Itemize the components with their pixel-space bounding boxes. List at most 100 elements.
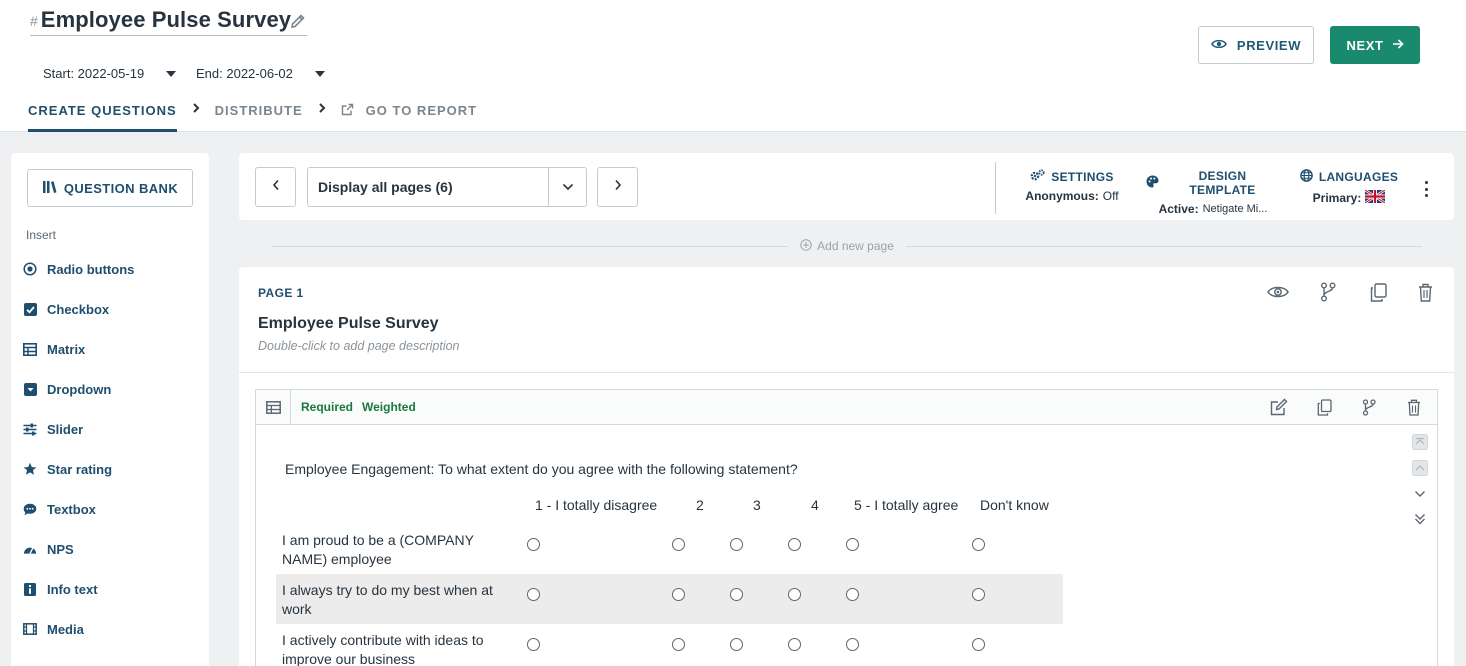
table-row: I actively contribute with ideas to impr… bbox=[276, 624, 1063, 666]
page-select-value: Display all pages (6) bbox=[318, 179, 453, 195]
insert-info-text[interactable]: Info text bbox=[23, 579, 98, 599]
question-text[interactable]: Employee Engagement: To what extent do y… bbox=[285, 461, 798, 477]
header: # Employee Pulse Survey Start: 2022-05-1… bbox=[0, 0, 1466, 132]
dropdown-icon bbox=[23, 382, 37, 396]
radio-option[interactable] bbox=[972, 538, 985, 551]
settings-button[interactable]: SETTINGS Anonymous: Off bbox=[1015, 169, 1129, 203]
radio-option[interactable] bbox=[672, 588, 685, 601]
radio-option[interactable] bbox=[972, 638, 985, 651]
page-title[interactable]: Employee Pulse Survey bbox=[258, 315, 439, 333]
branch-icon[interactable] bbox=[1359, 397, 1379, 417]
radio-option[interactable] bbox=[527, 638, 540, 651]
eye-icon bbox=[1211, 38, 1227, 53]
weighted-tag: Weighted bbox=[362, 400, 416, 414]
chevron-right-icon bbox=[177, 90, 215, 132]
eye-icon[interactable] bbox=[1267, 281, 1289, 303]
design-template-button[interactable]: DESIGN TEMPLATE Active: Netigate Mi... bbox=[1146, 169, 1280, 216]
radio-option[interactable] bbox=[846, 538, 859, 551]
move-to-top-icon[interactable] bbox=[1412, 434, 1428, 450]
page-description[interactable]: Double-click to add page description bbox=[258, 339, 460, 353]
insert-dropdown[interactable]: Dropdown bbox=[23, 379, 111, 399]
radio-option[interactable] bbox=[972, 588, 985, 601]
insert-media[interactable]: Media bbox=[23, 619, 84, 639]
insert-panel: QUESTION BANK Insert Radio buttons Check… bbox=[11, 153, 209, 666]
start-date-select[interactable]: Start: 2022-05-19 bbox=[43, 66, 177, 81]
end-date-select[interactable]: End: 2022-06-02 bbox=[196, 66, 325, 81]
radio-option[interactable] bbox=[788, 538, 801, 551]
copy-icon[interactable] bbox=[1367, 281, 1389, 303]
page-select[interactable]: Display all pages (6) bbox=[307, 167, 587, 207]
page-toolbar: Display all pages (6) SETTINGS Anonymous… bbox=[239, 153, 1454, 220]
checkbox-icon bbox=[23, 302, 37, 316]
more-options-icon[interactable] bbox=[1423, 181, 1429, 197]
chevron-down-icon bbox=[166, 70, 177, 77]
previous-page-button[interactable] bbox=[255, 167, 296, 207]
insert-textbox[interactable]: Textbox bbox=[23, 499, 96, 519]
anonymous-key: Anonymous: bbox=[1025, 189, 1099, 203]
column-header: 5 - I totally agree bbox=[854, 497, 959, 513]
edit-icon[interactable] bbox=[1269, 397, 1289, 417]
radio-option[interactable] bbox=[527, 588, 540, 601]
question-bank-label: QUESTION BANK bbox=[63, 180, 179, 196]
survey-title-field[interactable]: # Employee Pulse Survey bbox=[30, 4, 307, 36]
radio-option[interactable] bbox=[730, 538, 743, 551]
radio-option[interactable] bbox=[788, 638, 801, 651]
next-page-button[interactable] bbox=[597, 167, 638, 207]
trash-icon[interactable] bbox=[1404, 397, 1424, 417]
textbox-icon bbox=[23, 502, 37, 516]
question-block[interactable]: Required Weighted Employee Engagement: T… bbox=[255, 389, 1438, 666]
insert-radio-buttons[interactable]: Radio buttons bbox=[23, 259, 134, 279]
insert-checkbox[interactable]: Checkbox bbox=[23, 299, 109, 319]
radio-option[interactable] bbox=[672, 538, 685, 551]
radio-option[interactable] bbox=[846, 588, 859, 601]
tab-go-to-report[interactable]: GO TO REPORT bbox=[341, 90, 477, 132]
matrix-icon bbox=[256, 390, 291, 424]
column-header: 1 - I totally disagree bbox=[535, 497, 658, 513]
add-new-page[interactable]: Add new page bbox=[272, 236, 1423, 256]
pencil-icon[interactable] bbox=[289, 12, 307, 30]
page-divider bbox=[239, 372, 1454, 373]
active-key: Active: bbox=[1158, 202, 1199, 216]
insert-nps[interactable]: NPS bbox=[23, 539, 74, 559]
design-template-label: DESIGN TEMPLATE bbox=[1189, 169, 1256, 197]
question-bank-button[interactable]: QUESTION BANK bbox=[27, 169, 193, 207]
radio-option[interactable] bbox=[846, 638, 859, 651]
move-down-icon[interactable] bbox=[1412, 486, 1428, 502]
row-statement: I am proud to be a (COMPANY NAME) employ… bbox=[282, 532, 474, 567]
insert-label: Insert bbox=[26, 228, 57, 242]
insert-slider[interactable]: Slider bbox=[23, 419, 83, 439]
radio-option[interactable] bbox=[672, 638, 685, 651]
languages-button[interactable]: LANGUAGES Primary: bbox=[1300, 169, 1398, 206]
next-label: NEXT bbox=[1346, 37, 1384, 53]
insert-item-label: NPS bbox=[47, 541, 74, 557]
insert-item-label: Textbox bbox=[47, 501, 96, 517]
next-button[interactable]: NEXT bbox=[1330, 26, 1420, 64]
radio-option[interactable] bbox=[730, 588, 743, 601]
star-icon bbox=[23, 462, 37, 476]
radio-option[interactable] bbox=[730, 638, 743, 651]
move-up-icon[interactable] bbox=[1412, 460, 1428, 476]
radio-option[interactable] bbox=[527, 538, 540, 551]
tab-distribute[interactable]: DISTRIBUTE bbox=[215, 90, 303, 132]
trash-icon[interactable] bbox=[1414, 281, 1436, 303]
info-icon bbox=[23, 582, 37, 596]
preview-button[interactable]: PREVIEW bbox=[1198, 26, 1314, 64]
slider-icon bbox=[23, 422, 37, 436]
insert-item-label: Slider bbox=[47, 421, 84, 437]
survey-title[interactable]: Employee Pulse Survey bbox=[41, 7, 291, 33]
column-header: Don't know bbox=[980, 497, 1049, 513]
column-header: 4 bbox=[811, 497, 819, 513]
nps-icon bbox=[23, 542, 37, 556]
copy-icon[interactable] bbox=[1314, 397, 1334, 417]
move-to-bottom-icon[interactable] bbox=[1412, 511, 1428, 527]
tab-create-questions[interactable]: CREATE QUESTIONS bbox=[28, 90, 177, 132]
table-row: I am proud to be a (COMPANY NAME) employ… bbox=[276, 524, 1063, 574]
insert-matrix[interactable]: Matrix bbox=[23, 339, 85, 359]
insert-star-rating[interactable]: Star rating bbox=[23, 459, 112, 479]
radio-option[interactable] bbox=[788, 588, 801, 601]
chevron-down-icon[interactable] bbox=[548, 167, 586, 207]
branch-icon[interactable] bbox=[1317, 281, 1339, 303]
chevron-down-icon bbox=[314, 70, 325, 77]
plus-circle-icon bbox=[800, 238, 812, 254]
primary-key: Primary: bbox=[1312, 191, 1362, 205]
